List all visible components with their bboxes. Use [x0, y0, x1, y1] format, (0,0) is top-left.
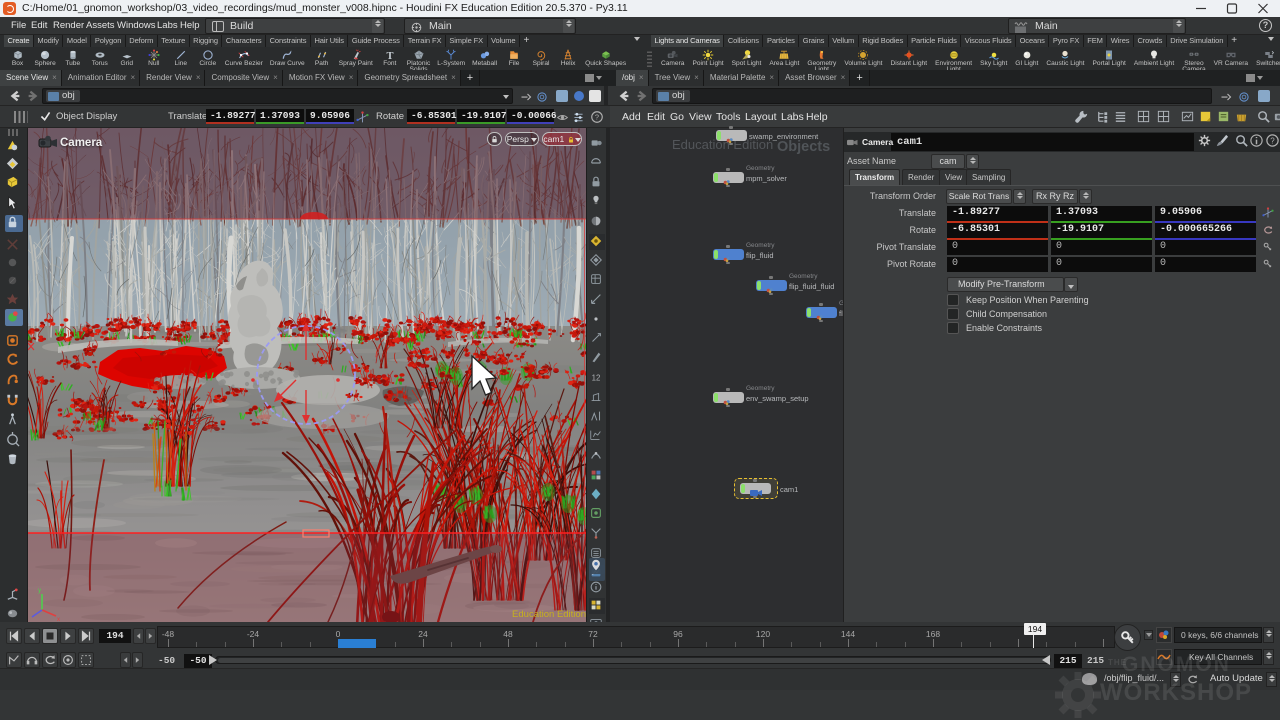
svg-text:Education Edition: Education Edition — [512, 609, 586, 620]
svg-text:?: ? — [595, 113, 599, 122]
svg-text:?: ? — [1270, 136, 1275, 145]
svg-text:y: y — [38, 588, 41, 594]
svg-text:12: 12 — [592, 374, 601, 383]
